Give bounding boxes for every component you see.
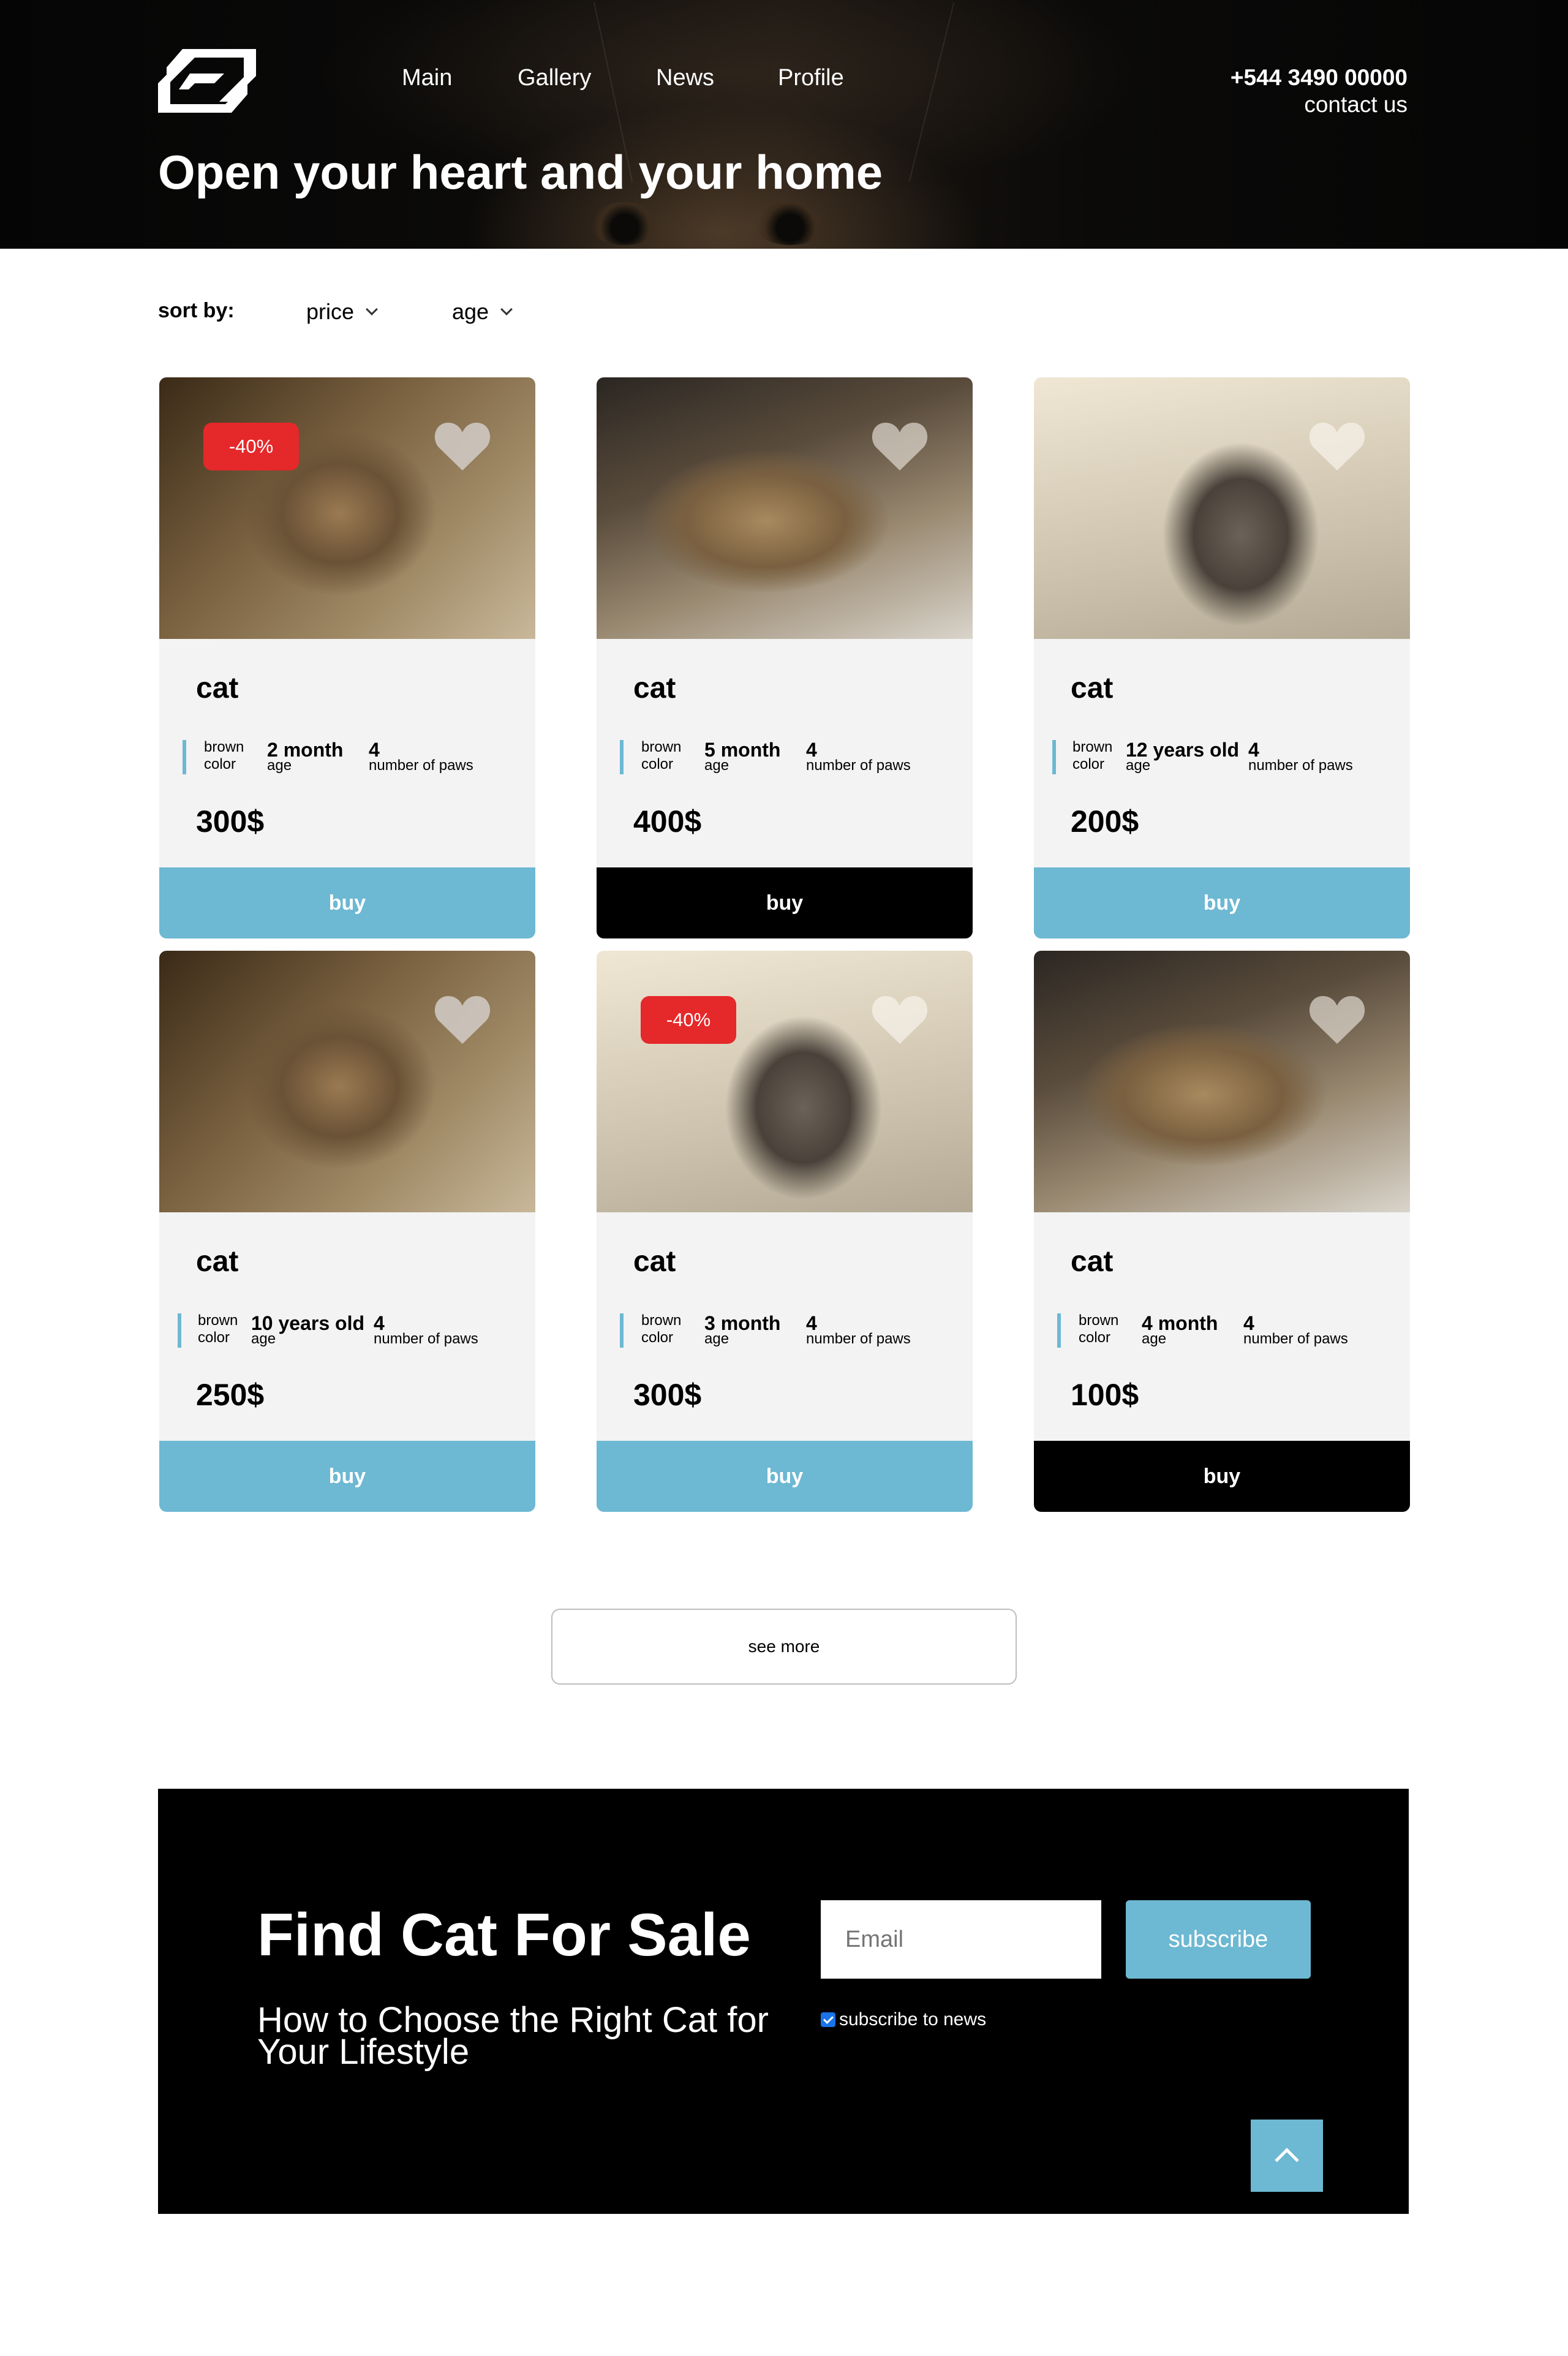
color-value: brown bbox=[641, 1312, 682, 1329]
cat-name: cat bbox=[633, 672, 676, 704]
buy-button[interactable]: buy bbox=[597, 867, 973, 938]
buy-button[interactable]: buy bbox=[597, 1441, 973, 1512]
hero-background-detail bbox=[588, 202, 662, 245]
cat-photo bbox=[597, 951, 973, 1212]
page-title: Open your heart and your home bbox=[158, 145, 883, 199]
paws-label: number of paws bbox=[374, 1331, 478, 1347]
brand-logo-icon[interactable] bbox=[158, 49, 256, 113]
subscribe-footer: Find Cat For Sale How to Choose the Righ… bbox=[158, 1789, 1409, 2214]
cat-card: cat brown color 12 years old age 4 numbe… bbox=[1034, 377, 1410, 938]
buy-button[interactable]: buy bbox=[1034, 867, 1410, 938]
cat-name: cat bbox=[1071, 1245, 1114, 1278]
heart-icon[interactable] bbox=[434, 994, 491, 1045]
color-label: color bbox=[641, 1329, 674, 1346]
spec-divider bbox=[620, 1313, 624, 1348]
email-input[interactable] bbox=[821, 1900, 1101, 1979]
cat-card: -40% cat brown color 2 month age 4 numbe… bbox=[159, 377, 535, 938]
price: 400$ bbox=[633, 804, 702, 839]
chevron-up-icon bbox=[1275, 2148, 1299, 2172]
hero-background-detail bbox=[753, 202, 827, 245]
paws-label: number of paws bbox=[806, 1331, 911, 1347]
age-label: age bbox=[704, 1331, 729, 1347]
cat-card: cat brown color 5 month age 4 number of … bbox=[597, 377, 973, 938]
spec-divider bbox=[1057, 1313, 1061, 1348]
heart-icon[interactable] bbox=[434, 420, 491, 472]
color-value: brown bbox=[198, 1312, 238, 1329]
color-value: brown bbox=[1072, 739, 1113, 755]
heart-icon[interactable] bbox=[871, 994, 929, 1045]
color-label: color bbox=[204, 756, 236, 772]
sort-age-dropdown[interactable]: age bbox=[452, 299, 513, 325]
heart-icon[interactable] bbox=[1308, 994, 1366, 1045]
color-value: brown bbox=[1079, 1312, 1119, 1329]
color-label: color bbox=[1072, 756, 1105, 772]
subscribe-button[interactable]: subscribe bbox=[1126, 1900, 1311, 1979]
price: 300$ bbox=[196, 804, 265, 839]
buy-button[interactable]: buy bbox=[1034, 1441, 1410, 1512]
nav-link-profile[interactable]: Profile bbox=[778, 65, 844, 91]
cat-card: -40% cat brown color 3 month age 4 numbe… bbox=[597, 951, 973, 1512]
color-label: color bbox=[641, 756, 674, 772]
scroll-top-button[interactable] bbox=[1251, 2120, 1323, 2192]
contact-us-link[interactable]: contact us bbox=[1304, 92, 1408, 118]
spec-divider bbox=[1052, 740, 1056, 774]
price: 100$ bbox=[1071, 1378, 1139, 1412]
subscribe-news-checkbox-row[interactable]: subscribe to news bbox=[821, 2009, 986, 2030]
see-more-button[interactable]: see more bbox=[551, 1609, 1017, 1685]
cat-name: cat bbox=[1071, 672, 1114, 704]
nav-link-news[interactable]: News bbox=[656, 65, 714, 91]
cat-name: cat bbox=[633, 1245, 676, 1278]
paws-label: number of paws bbox=[1243, 1331, 1348, 1347]
price: 250$ bbox=[196, 1378, 265, 1412]
age-label: age bbox=[1126, 757, 1151, 774]
age-label: age bbox=[1142, 1331, 1167, 1347]
chevron-down-icon bbox=[500, 303, 513, 315]
cat-name: cat bbox=[196, 1245, 239, 1278]
spec-divider bbox=[178, 1313, 181, 1348]
spec-divider bbox=[620, 740, 624, 774]
cat-photo bbox=[1034, 377, 1410, 639]
nav-link-gallery[interactable]: Gallery bbox=[518, 65, 591, 91]
footer-subtitle: How to Choose the Right Cat for Your Lif… bbox=[257, 2000, 769, 2072]
buy-button[interactable]: buy bbox=[159, 1441, 535, 1512]
paws-label: number of paws bbox=[1248, 757, 1353, 774]
cat-name: cat bbox=[196, 672, 239, 704]
paws-label: number of paws bbox=[806, 757, 911, 774]
price: 200$ bbox=[1071, 804, 1139, 839]
sort-option-label: age bbox=[452, 299, 489, 324]
spec-divider bbox=[183, 740, 186, 774]
cat-card: cat brown color 10 years old age 4 numbe… bbox=[159, 951, 535, 1512]
heart-icon[interactable] bbox=[871, 420, 929, 472]
discount-badge: -40% bbox=[203, 423, 299, 470]
price: 300$ bbox=[633, 1378, 702, 1412]
checkbox-label: subscribe to news bbox=[839, 2009, 987, 2029]
cat-photo bbox=[597, 377, 973, 639]
paws-label: number of paws bbox=[369, 757, 473, 774]
cat-card: cat brown color 4 month age 4 number of … bbox=[1034, 951, 1410, 1512]
age-label: age bbox=[704, 757, 729, 774]
heart-icon[interactable] bbox=[1308, 420, 1366, 472]
nav-link-main[interactable]: Main bbox=[402, 65, 452, 91]
sort-price-dropdown[interactable]: price bbox=[306, 299, 378, 325]
age-label: age bbox=[267, 757, 292, 774]
color-value: brown bbox=[641, 739, 682, 755]
sort-option-label: price bbox=[306, 299, 355, 324]
hero-background-detail bbox=[908, 2, 955, 181]
cat-photo bbox=[159, 951, 535, 1212]
chevron-down-icon bbox=[366, 303, 378, 315]
discount-badge: -40% bbox=[641, 996, 736, 1044]
sort-label: sort by: bbox=[158, 299, 235, 322]
age-label: age bbox=[251, 1331, 276, 1347]
color-value: brown bbox=[204, 739, 244, 755]
buy-button[interactable]: buy bbox=[159, 867, 535, 938]
footer-title: Find Cat For Sale bbox=[257, 1901, 751, 1968]
color-label: color bbox=[198, 1329, 230, 1346]
color-label: color bbox=[1079, 1329, 1111, 1346]
phone-number[interactable]: +544 3490 00000 bbox=[1231, 65, 1408, 91]
checkbox-checked-icon[interactable] bbox=[821, 2012, 835, 2027]
cat-photo bbox=[159, 377, 535, 639]
hero-header: Main Gallery News Profile +544 3490 0000… bbox=[0, 0, 1568, 249]
cat-photo bbox=[1034, 951, 1410, 1212]
